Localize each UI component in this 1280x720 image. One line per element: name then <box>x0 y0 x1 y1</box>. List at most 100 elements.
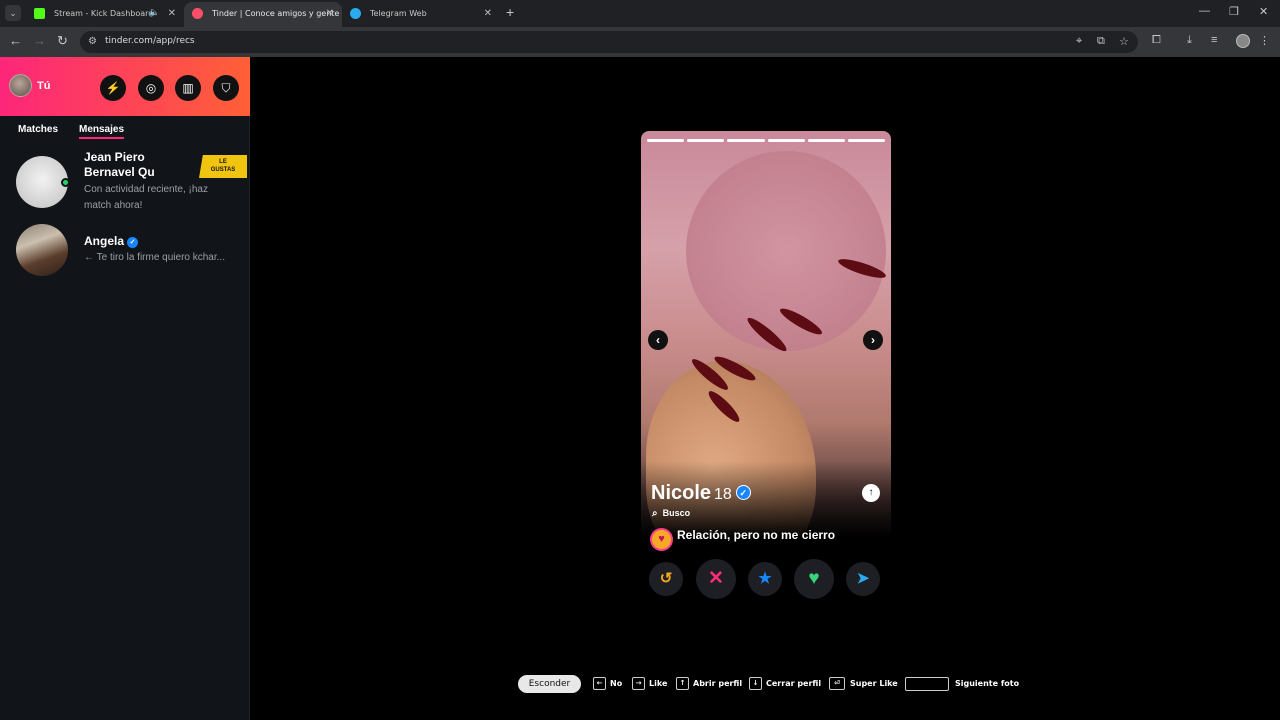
menu-kebab-icon[interactable]: ⋮ <box>1259 34 1270 47</box>
close-tab-icon[interactable]: ✕ <box>484 2 492 25</box>
shortcut-no-label: No <box>610 679 623 688</box>
nope-button[interactable]: ✕ <box>696 559 736 599</box>
conversation-name-row: Angela ✓ <box>84 234 184 249</box>
right-key-icon: → <box>632 677 645 690</box>
sidebar-header: Tú ⚡ ◎ ▥ ⛉ <box>0 57 250 116</box>
super-like-button[interactable]: ★ <box>748 562 782 596</box>
sidebar: Tú ⚡ ◎ ▥ ⛉ Matches Mensajes Jean Piero B… <box>0 57 250 720</box>
online-status-dot <box>61 178 70 187</box>
le-gustas-badge: LE GUSTAS <box>199 155 247 178</box>
tab-title: Tinder | Conoce amigos y gente <box>212 9 340 18</box>
url-text: tinder.com/app/recs <box>105 36 195 46</box>
conversation-preview: Con actividad reciente, ¡haz match ahora… <box>84 184 208 211</box>
download-icon[interactable]: ⤓ <box>1187 34 1192 47</box>
browser-tab-kick[interactable]: Stream - Kick Dashboard 🔈 ✕ <box>26 2 184 27</box>
enter-key-icon: ⏎ <box>829 677 845 690</box>
sidebar-tabs: Matches Mensajes <box>0 124 250 144</box>
badge-line-2: GUSTAS <box>210 167 236 173</box>
photo-progress-segment <box>647 139 685 142</box>
rewind-icon: ↺ <box>659 570 673 587</box>
close-tab-icon[interactable]: ✕ <box>326 2 334 25</box>
shortcut-open-profile-label: Abrir perfil <box>693 679 743 688</box>
speaker-icon[interactable]: 🔈 <box>149 2 160 25</box>
extensions-icon[interactable]: ⧠ <box>1152 34 1161 47</box>
forward-arrow-icon[interactable]: → <box>33 33 46 48</box>
next-photo-chevron-icon[interactable]: › <box>863 330 883 350</box>
tinder-favicon-icon <box>192 8 203 19</box>
rewind-button[interactable]: ↺ <box>649 562 683 596</box>
tab-matches[interactable]: Matches <box>18 124 58 135</box>
send-paper-plane-icon: ➤ <box>856 570 870 587</box>
open-profile-arrow-up-icon[interactable]: ↑ <box>862 484 880 502</box>
photo-progress-segment <box>807 139 845 142</box>
relationship-intent: Relación, pero no me cierro <box>677 528 836 542</box>
explore-compass-icon[interactable]: ◎ <box>138 75 164 101</box>
hide-shortcuts-button[interactable]: Esconder <box>518 675 581 693</box>
profile-name: Nicole <box>651 482 712 504</box>
shortcut-super-like-label: Super Like <box>850 679 898 688</box>
close-x-icon: ✕ <box>708 568 724 589</box>
boost-button[interactable]: ➤ <box>846 562 880 596</box>
photo-progress-segment <box>767 139 805 142</box>
my-profile-label[interactable]: Tú <box>37 80 50 92</box>
my-avatar[interactable] <box>9 74 32 97</box>
tab-title: Telegram Web <box>370 9 427 18</box>
star-icon: ★ <box>758 570 772 587</box>
profile-card[interactable]: ‹ › Nicole 18 ✓ ↑ ⌕ Busco ♥ Relación, pero n… <box>641 131 891 601</box>
install-app-icon[interactable]: ⧉ <box>1097 35 1105 48</box>
relationship-intent-row: ♥ Relación, pero no me cierro <box>652 528 835 549</box>
looking-for-row: ⌕ Busco <box>652 508 690 519</box>
bookmark-star-icon[interactable]: ☆ <box>1119 35 1129 48</box>
location-pin-icon[interactable]: ⌖ <box>1076 35 1082 48</box>
conversation-name: Jean Piero Bernavel Qu <box>84 150 155 179</box>
tab-search-chevron-icon[interactable]: ⌄ <box>5 5 21 21</box>
browser-tab-bar: ⌄ Stream - Kick Dashboard 🔈 ✕ Tinder | C… <box>0 0 1280 27</box>
photo-progress-segment <box>727 139 765 142</box>
shortcut-close-profile-label: Cerrar perfil <box>766 679 822 688</box>
looking-for-label: Busco <box>662 508 691 518</box>
boost-lightning-icon[interactable]: ⚡ <box>100 75 126 101</box>
space-key-icon <box>905 677 949 691</box>
back-arrow-icon[interactable]: ← <box>9 33 22 48</box>
gifts-briefcase-icon[interactable]: ▥ <box>175 75 201 101</box>
badge-line-1: LE <box>219 159 227 165</box>
profile-age: 18 <box>714 486 732 503</box>
close-tab-icon[interactable]: ✕ <box>168 2 176 25</box>
site-info-icon[interactable]: ⚙ <box>88 36 97 47</box>
restore-icon[interactable]: ❐ <box>1229 5 1239 18</box>
conversation-item[interactable]: Angela ✓ ← Te tiro la firme quiero kchar.… <box>0 220 250 284</box>
browser-tab-telegram[interactable]: Telegram Web ✕ <box>342 2 500 27</box>
heart-icon: ♥ <box>808 568 820 589</box>
up-key-icon: ↑ <box>676 677 689 690</box>
telegram-favicon-icon <box>350 8 361 19</box>
like-button[interactable]: ♥ <box>794 559 834 599</box>
conversation-name: Angela <box>84 234 125 248</box>
photo-progress-bar <box>647 139 886 142</box>
keyboard-shortcuts-bar: Esconder ← No → Like ↑ Abrir perfil ↓ Ce… <box>0 674 1280 694</box>
avatar <box>16 224 68 276</box>
photo-progress-segment <box>687 139 725 142</box>
shortcut-next-photo-label: Siguiente foto <box>955 679 1020 688</box>
down-key-icon: ↓ <box>749 677 762 690</box>
reload-icon[interactable]: ↻ <box>57 33 68 49</box>
magnifier-icon: ⌕ <box>652 508 658 519</box>
verified-check-icon: ✓ <box>127 237 139 248</box>
safety-shield-icon[interactable]: ⛉ <box>213 75 239 101</box>
tab-title: Stream - Kick Dashboard <box>54 9 154 18</box>
browser-tab-tinder[interactable]: Tinder | Conoce amigos y gente ✕ <box>184 2 342 27</box>
browser-profile-avatar[interactable] <box>1236 34 1250 48</box>
shortcut-like-label: Like <box>649 679 668 688</box>
media-control-icon[interactable]: ≡ <box>1211 34 1217 46</box>
previous-photo-chevron-icon[interactable]: ‹ <box>648 330 668 350</box>
close-window-icon[interactable]: ✕ <box>1259 5 1268 18</box>
left-key-icon: ← <box>593 677 606 690</box>
verified-check-icon: ✓ <box>735 485 751 500</box>
photo-progress-segment <box>847 139 886 142</box>
tab-mensajes[interactable]: Mensajes <box>79 124 125 139</box>
kick-favicon-icon <box>34 8 45 19</box>
heart-eyes-emoji-icon: ♥ <box>652 530 671 549</box>
address-bar[interactable]: ⚙ tinder.com/app/recs ⌖ ⧉ ☆ <box>80 31 1138 53</box>
minimize-icon[interactable]: — <box>1199 5 1210 17</box>
new-tab-plus-icon[interactable]: + <box>506 4 514 20</box>
profile-name-row: Nicole 18 ✓ <box>651 482 751 505</box>
